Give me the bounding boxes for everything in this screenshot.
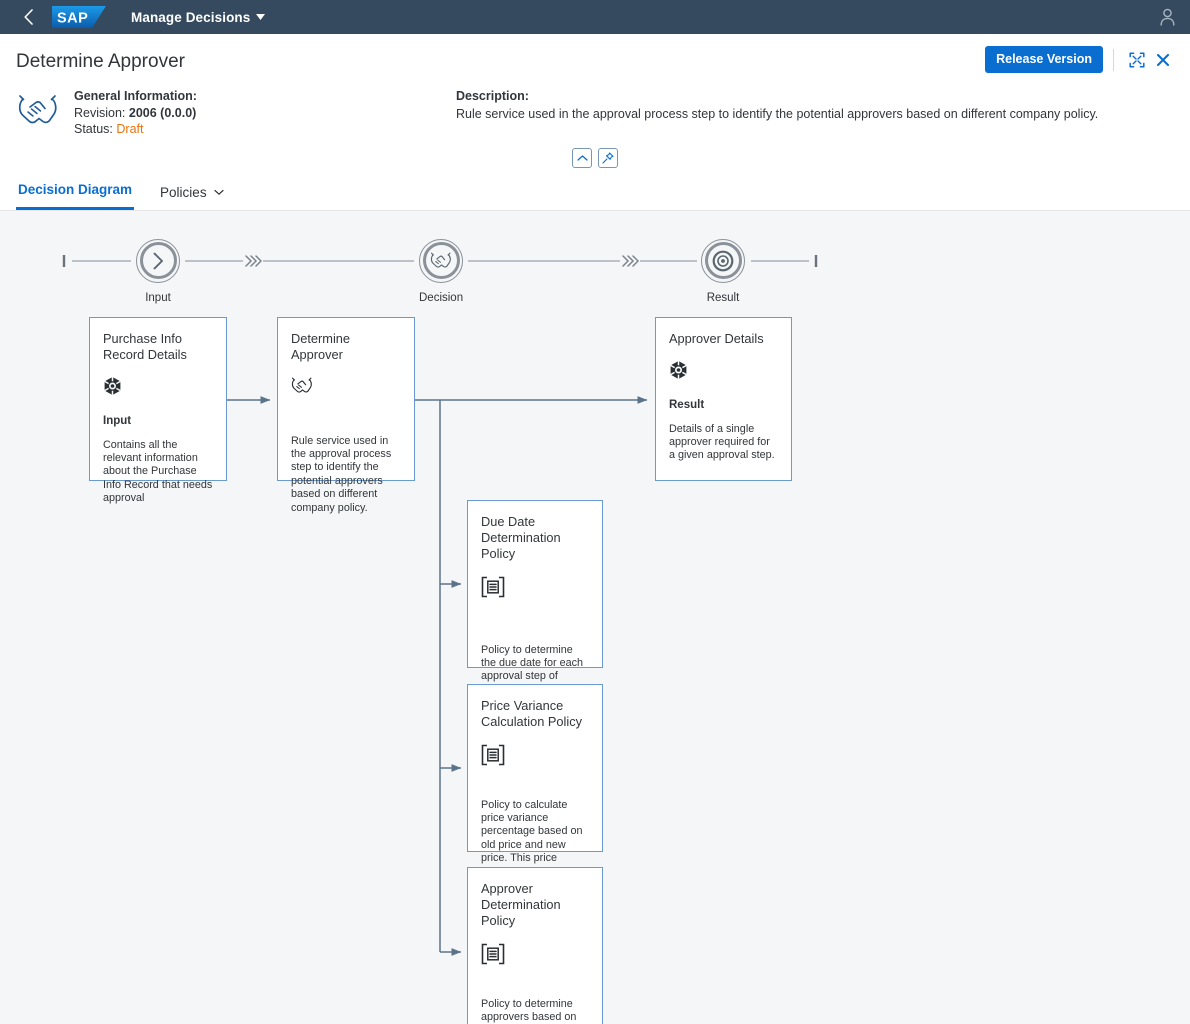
card-policy-price-variance-icon-wrap xyxy=(468,730,602,766)
lane-node-input-inner xyxy=(139,242,177,279)
process-lane: Input Decision Result xyxy=(0,211,1190,304)
card-input-icon-wrap xyxy=(90,363,226,405)
target-icon xyxy=(712,250,734,271)
app-title-menu[interactable]: Manage Decisions xyxy=(131,9,266,25)
pushpin-icon xyxy=(602,151,614,164)
status-row: Status: Draft xyxy=(74,121,197,138)
user-icon xyxy=(1160,8,1175,26)
description-block: Description: Rule service used in the ap… xyxy=(456,86,1098,138)
card-result-title: Approver Details xyxy=(669,330,764,346)
user-avatar-button[interactable] xyxy=(1159,8,1176,26)
card-decision-icon-wrap xyxy=(278,363,414,405)
chevron-right-icon xyxy=(153,252,163,269)
card-policy-due-date-icon-wrap xyxy=(468,562,602,598)
policy-rule-icon xyxy=(481,576,505,597)
sap-logo[interactable]: SAP xyxy=(52,6,106,28)
collapse-header-button[interactable] xyxy=(572,147,592,168)
header-content: General Information: Revision: 2006 (0.0… xyxy=(0,74,1190,138)
lane-node-decision-inner xyxy=(422,242,460,279)
svg-text:SAP: SAP xyxy=(57,11,88,27)
page-title: Determine Approver xyxy=(16,51,185,72)
card-decision-title: Determine Approver xyxy=(291,330,351,362)
policy-rule-icon xyxy=(481,744,505,765)
description-label: Description: xyxy=(456,89,529,103)
card-policy-approver-determination-description: Policy to determine approvers based on v… xyxy=(481,997,577,1023)
policy-rule-icon xyxy=(481,943,505,964)
lane-node-result-ring xyxy=(701,238,745,283)
card-policy-due-date[interactable]: Due Date Determination Policy Policy to … xyxy=(467,499,603,709)
lane-node-input-ring xyxy=(136,238,180,283)
card-policy-price-variance-title: Price Variance Calculation Policy xyxy=(481,697,583,729)
decision-diagram-canvas[interactable]: Input Decision Result Purchase Info Reco… xyxy=(0,210,1190,1024)
object-page-header: Determine Approver Release Version Gener… xyxy=(0,34,1190,172)
handshake-icon xyxy=(18,95,57,124)
revision-value: 2006 (0.0.0) xyxy=(128,105,197,120)
card-result[interactable]: Approver Details Result Details of a sin… xyxy=(655,316,792,481)
lane-node-input[interactable]: Input xyxy=(136,238,180,304)
close-button[interactable] xyxy=(1150,47,1176,73)
card-result-kind: Result xyxy=(669,398,705,411)
general-information-text: General Information: Revision: 2006 (0.0… xyxy=(74,86,197,138)
status-label: Status: xyxy=(74,122,113,136)
card-policy-price-variance[interactable]: Price Variance Calculation Policy Policy… xyxy=(467,683,603,891)
chevron-down-icon xyxy=(213,189,224,195)
lane-node-result[interactable]: Result xyxy=(701,238,745,304)
chevron-left-icon xyxy=(23,9,33,25)
general-information-label: General Information: xyxy=(74,89,197,103)
card-decision[interactable]: Determine Approver Rule service used in … xyxy=(277,316,415,514)
chevron-up-icon xyxy=(576,154,588,161)
exit-fullscreen-icon xyxy=(1129,51,1145,68)
handshake-icon xyxy=(430,252,451,268)
revision-row: Revision: 2006 (0.0.0) xyxy=(74,105,197,122)
lane-node-result-label: Result xyxy=(706,291,740,304)
card-decision-description: Rule service used in the approval proces… xyxy=(291,434,392,514)
tab-policies-label: Policies xyxy=(160,184,207,200)
tab-decision-diagram[interactable]: Decision Diagram xyxy=(16,181,135,210)
card-result-icon-wrap xyxy=(656,347,791,389)
card-input[interactable]: Purchase Info Record Details Input Conta… xyxy=(89,316,227,504)
app-title-label: Manage Decisions xyxy=(131,9,251,25)
card-policy-approver-determination-icon-wrap xyxy=(468,929,602,965)
tab-policies[interactable]: Policies xyxy=(158,185,226,210)
tab-decision-diagram-label: Decision Diagram xyxy=(18,181,133,197)
card-input-title: Purchase Info Record Details xyxy=(103,330,187,362)
pin-header-button[interactable] xyxy=(598,147,618,168)
lane-node-input-label: Input xyxy=(145,291,171,304)
card-policy-approver-determination[interactable]: Approver Determination Policy Policy to … xyxy=(467,866,603,1024)
general-information-block: General Information: Revision: 2006 (0.0… xyxy=(16,86,456,138)
card-result-description: Details of a single approver required fo… xyxy=(669,422,775,462)
avatar xyxy=(16,88,60,132)
status-badge: Draft xyxy=(116,122,144,136)
action-separator xyxy=(1113,48,1114,71)
back-button[interactable] xyxy=(18,7,38,27)
header-toggle-row xyxy=(0,147,1190,172)
sap-logo-icon: SAP xyxy=(52,6,106,28)
card-input-kind: Input xyxy=(103,414,132,427)
exit-fullscreen-button[interactable] xyxy=(1124,47,1150,73)
revision-label: Revision: xyxy=(74,105,126,120)
triangle-down-icon xyxy=(256,14,266,20)
tab-bar: Decision Diagram Policies xyxy=(0,171,1190,210)
data-object-icon xyxy=(670,360,687,379)
lane-node-decision-ring xyxy=(419,238,463,283)
card-policy-approver-determination-title: Approver Determination Policy xyxy=(481,880,561,928)
card-policy-due-date-title: Due Date Determination Policy xyxy=(481,513,561,561)
data-object-icon xyxy=(104,376,121,395)
shell-bar: SAP Manage Decisions xyxy=(0,0,1190,34)
header-actions: Release Version xyxy=(985,46,1176,73)
lane-node-decision[interactable]: Decision xyxy=(419,238,464,304)
close-icon xyxy=(1156,53,1170,66)
object-title-bar: Determine Approver Release Version xyxy=(0,34,1190,74)
description-text: Rule service used in the approval proces… xyxy=(456,106,1099,121)
lane-node-result-inner xyxy=(704,242,742,279)
handshake-icon xyxy=(291,377,312,393)
lane-node-decision-label: Decision xyxy=(419,291,464,304)
release-version-button[interactable]: Release Version xyxy=(985,46,1103,73)
card-input-description: Contains all the relevant information ab… xyxy=(103,438,213,505)
